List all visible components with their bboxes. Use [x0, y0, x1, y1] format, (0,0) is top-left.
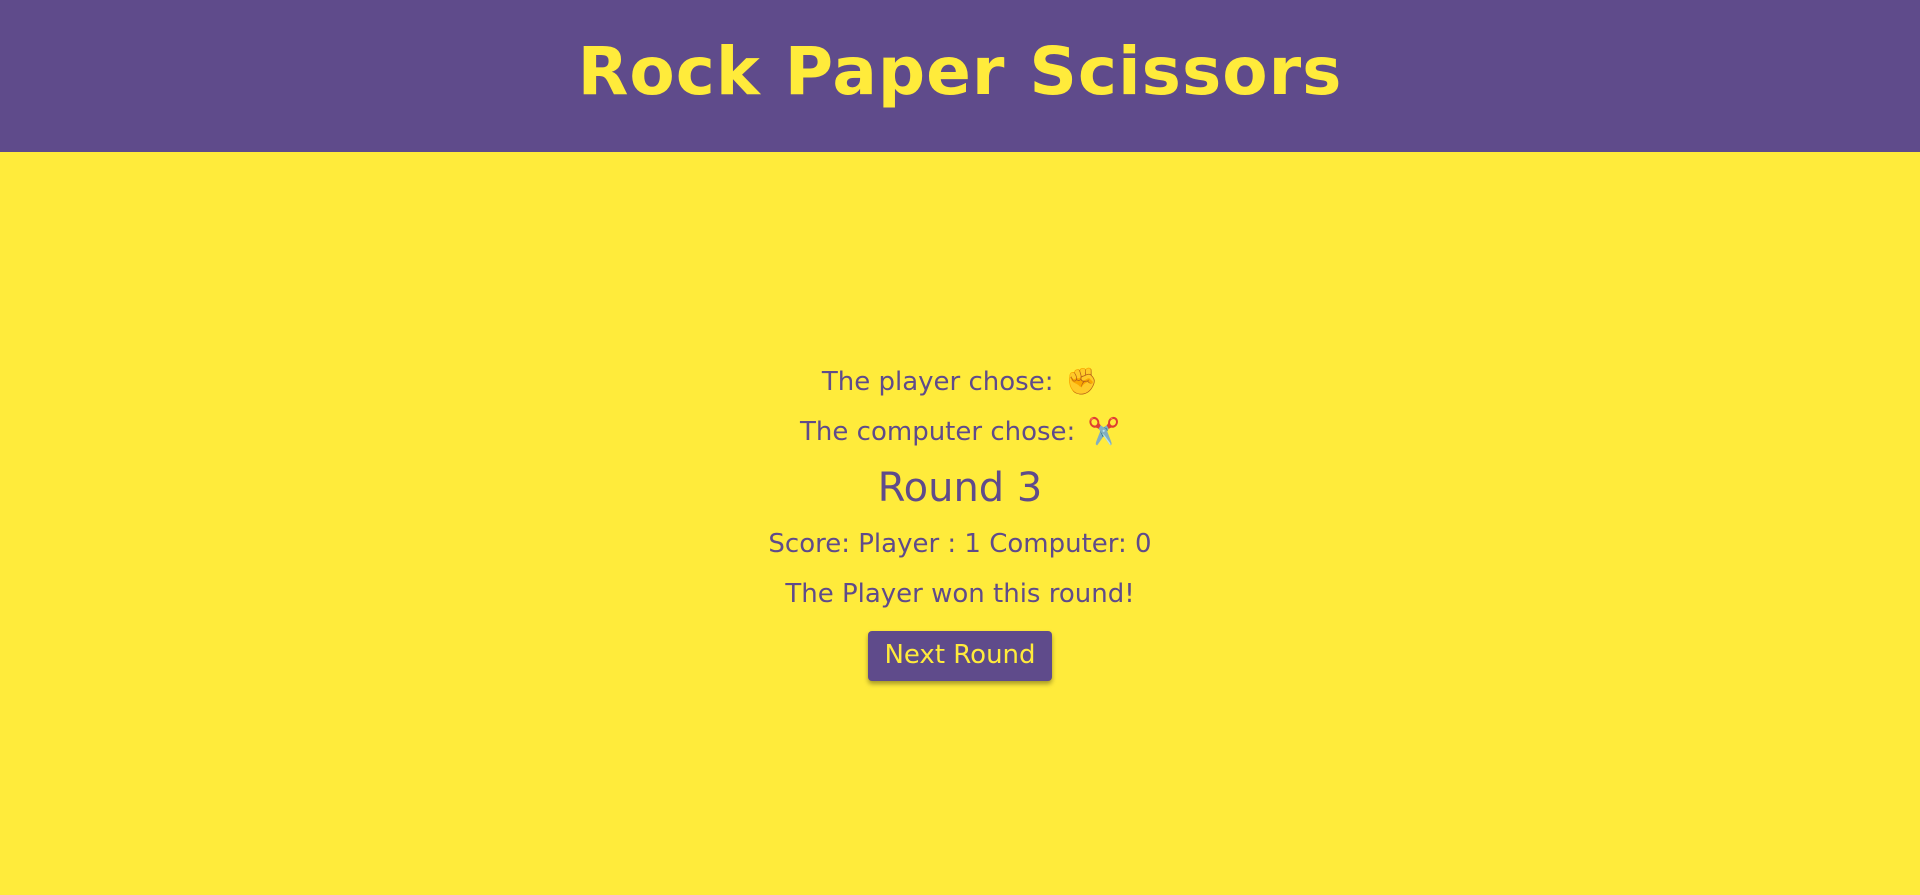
app-header: Rock Paper Scissors — [0, 0, 1920, 152]
player-choice-label: The player chose: — [821, 367, 1054, 397]
next-round-button[interactable]: Next Round — [868, 631, 1052, 682]
round-title: Round 3 — [877, 465, 1043, 511]
score-text: Score: Player : 1 Computer: 0 — [768, 529, 1152, 559]
game-panel: The player chose: ✊ The computer chose: … — [0, 152, 1920, 895]
computer-choice-label: The computer chose: — [800, 417, 1076, 447]
player-choice-line: The player chose: ✊ — [822, 369, 1098, 395]
scissors-icon: ✂️ — [1087, 417, 1120, 447]
app-title: Rock Paper Scissors — [577, 33, 1343, 110]
raised-fist-icon: ✊ — [1065, 367, 1099, 397]
round-result-text: The Player won this round! — [785, 579, 1135, 609]
computer-choice-line: The computer chose: ✂️ — [800, 419, 1120, 445]
